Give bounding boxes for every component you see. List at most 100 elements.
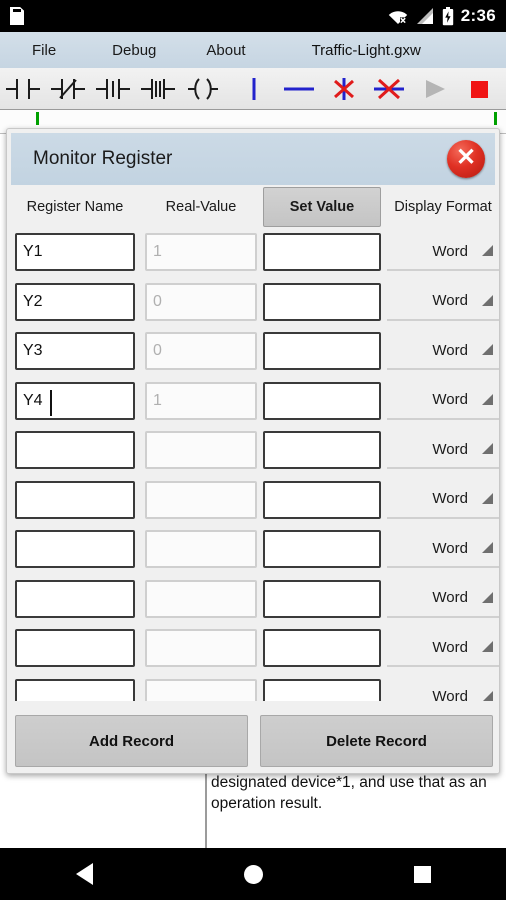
chevron-down-icon	[482, 690, 493, 701]
set-value-input[interactable]	[263, 381, 381, 420]
set-value-input[interactable]	[263, 282, 381, 321]
set-value-input[interactable]	[263, 629, 381, 667]
table-row: Y1 1 Word	[7, 229, 499, 279]
set-value-input[interactable]	[263, 233, 381, 271]
close-icon[interactable]: ✕	[447, 140, 485, 178]
dialog-title-bar: Monitor Register ✕	[11, 133, 495, 185]
delete-record-button[interactable]: Delete Record	[260, 715, 493, 767]
table-row: Word	[7, 427, 499, 477]
real-value-field	[145, 629, 257, 667]
menu-item-debug[interactable]: Debug	[108, 42, 160, 59]
display-format-value: Word	[432, 391, 468, 408]
real-value-field	[145, 678, 257, 701]
home-icon[interactable]	[243, 864, 263, 884]
column-header-row: Register Name Real-Value Set Value Displ…	[7, 185, 499, 229]
chevron-down-icon	[482, 294, 493, 306]
register-name-input[interactable]	[15, 530, 135, 568]
set-value-input[interactable]	[263, 678, 381, 701]
column-real-value: Real-Value	[165, 199, 237, 215]
app-menu-bar: File Debug About Traffic-Light.gxw	[0, 32, 506, 68]
table-row: Y3 0 Word	[7, 328, 499, 378]
contact-falling-icon[interactable]	[135, 68, 180, 110]
status-bar-clock: 2:36	[460, 6, 496, 25]
status-bar-left	[10, 7, 24, 25]
register-name-input[interactable]	[15, 431, 135, 469]
set-value-input[interactable]	[263, 332, 381, 370]
close-glyph: ✕	[455, 144, 477, 171]
table-row: Word	[7, 675, 499, 701]
register-name-value: Y3	[23, 342, 43, 359]
register-name-input[interactable]: Y2	[15, 282, 135, 321]
display-format-value: Word	[432, 490, 468, 507]
background-document: designated device*1, and use that as an …	[0, 770, 506, 850]
coil-icon[interactable]	[180, 68, 225, 110]
set-value-input[interactable]	[263, 530, 381, 568]
column-register-name: Register Name	[26, 199, 124, 215]
text-cursor	[50, 389, 52, 416]
display-format-dropdown[interactable]: Word	[387, 233, 499, 271]
display-format-value: Word	[432, 292, 468, 309]
delete-vertical-icon[interactable]	[321, 68, 366, 110]
android-status-bar: 2:36	[0, 0, 506, 32]
set-value-input[interactable]	[263, 579, 381, 618]
document-text: designated device*1, and use that as an …	[211, 774, 487, 812]
display-format-dropdown[interactable]: Word	[387, 481, 499, 519]
contact-rising-icon[interactable]	[90, 68, 135, 110]
status-bar-right: 2:36	[388, 6, 496, 26]
display-format-value: Word	[432, 539, 468, 557]
signal-bars-icon	[416, 8, 433, 24]
display-format-dropdown[interactable]: Word	[387, 629, 499, 667]
real-value-text: 1	[153, 391, 162, 409]
register-name-input[interactable]: Y4	[15, 381, 135, 420]
display-format-dropdown[interactable]: Word	[387, 382, 499, 420]
table-row: Word	[7, 576, 499, 626]
table-row: Y4 1 Word	[7, 378, 499, 428]
display-format-dropdown[interactable]: Word	[387, 332, 499, 370]
horizontal-line-icon[interactable]	[276, 68, 321, 110]
register-name-input[interactable]	[15, 579, 135, 618]
register-name-input[interactable]: Y3	[15, 332, 135, 370]
phone-screen: 2:36 File Debug About Traffic-Light.gxw	[0, 0, 506, 900]
column-set-value[interactable]: Set Value	[263, 187, 381, 227]
display-format-value: Word	[432, 440, 468, 458]
register-name-input[interactable]	[15, 480, 135, 519]
real-value-field: 0	[145, 332, 257, 370]
display-format-dropdown[interactable]: Word	[387, 580, 499, 618]
delete-horizontal-icon[interactable]	[366, 68, 411, 110]
recents-icon[interactable]	[413, 865, 431, 883]
back-icon[interactable]	[75, 863, 93, 885]
document-divider	[205, 770, 207, 850]
chevron-down-icon	[482, 344, 493, 355]
project-filename: Traffic-Light.gxw	[311, 41, 421, 59]
table-row: Word	[7, 625, 499, 675]
real-value-field: 0	[145, 282, 257, 321]
set-value-input[interactable]	[263, 431, 381, 469]
display-format-dropdown[interactable]: Word	[387, 431, 499, 469]
set-value-input[interactable]	[263, 480, 381, 519]
vertical-line-icon[interactable]	[231, 68, 276, 110]
display-format-dropdown[interactable]: Word	[387, 679, 499, 701]
register-name-input[interactable]: Y1	[15, 233, 135, 271]
register-name-input[interactable]	[15, 678, 135, 701]
wifi-off-icon	[388, 11, 407, 24]
real-value-field	[145, 530, 257, 568]
contact-no-icon[interactable]	[0, 68, 45, 110]
register-rows: Y1 1 Word Y2 0 Word Y3 0 Word Y4 1 Word Word Word Word…	[7, 229, 499, 701]
chevron-down-icon	[482, 492, 493, 504]
real-value-field	[145, 579, 257, 618]
add-record-button[interactable]: Add Record	[15, 715, 248, 767]
display-format-dropdown[interactable]: Word	[387, 283, 499, 321]
register-name-input[interactable]	[15, 629, 135, 667]
table-row: Word	[7, 526, 499, 576]
contact-nc-icon[interactable]	[45, 68, 90, 110]
sdcard-icon	[10, 7, 24, 25]
column-display-format: Display Format	[394, 199, 492, 215]
menu-item-file[interactable]: File	[28, 42, 60, 59]
menu-item-about[interactable]: About	[202, 42, 249, 59]
run-icon[interactable]	[411, 68, 456, 110]
real-value-field	[145, 431, 257, 469]
display-format-dropdown[interactable]: Word	[387, 530, 499, 568]
stop-icon[interactable]	[456, 68, 501, 110]
display-format-value: Word	[432, 589, 468, 606]
chevron-down-icon	[482, 542, 493, 553]
